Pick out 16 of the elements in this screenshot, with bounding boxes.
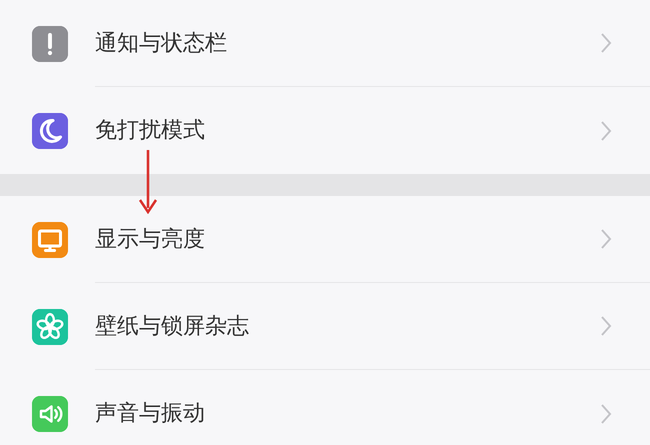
chevron-icon [600, 402, 612, 424]
chevron-icon [600, 32, 612, 54]
settings-row[interactable]: 显示与亮度 [0, 196, 650, 283]
chevron-icon [600, 228, 612, 250]
chevron-icon [600, 315, 612, 337]
setting-label: 壁纸与锁屏杂志 [95, 312, 250, 340]
setting-label: 声音与振动 [95, 400, 206, 428]
chevron-icon [600, 120, 612, 142]
settings-row[interactable]: 声音与振动 [0, 370, 650, 445]
settings-row[interactable]: 壁纸与锁屏杂志 [0, 283, 650, 370]
settings-row[interactable]: 通知与状态栏 [0, 0, 650, 87]
setting-label: 显示与亮度 [95, 226, 206, 254]
setting-label: 免打扰模式 [95, 117, 206, 145]
setting-label: 通知与状态栏 [95, 30, 228, 58]
arrow-annotation [138, 150, 158, 214]
settings-row[interactable]: 免打扰模式 [0, 87, 650, 174]
